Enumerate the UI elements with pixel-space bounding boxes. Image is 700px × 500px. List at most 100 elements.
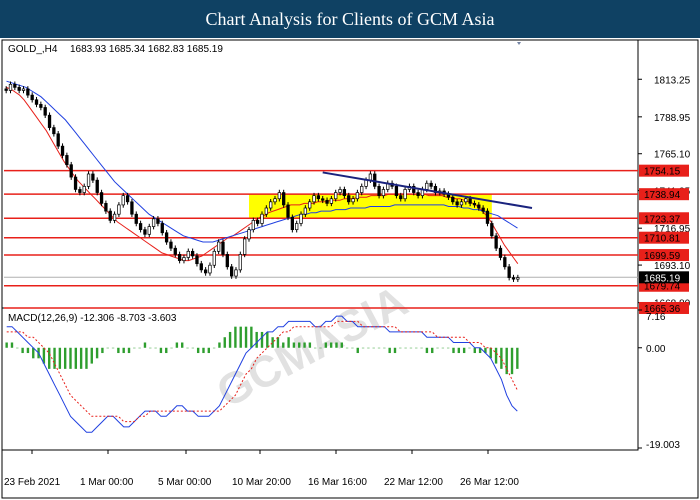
candle-body <box>99 192 104 204</box>
candle-body <box>121 195 125 206</box>
macd-hist-bar <box>85 347 88 369</box>
macd-hist-bar <box>133 347 136 349</box>
macd-hist-bar <box>202 347 205 354</box>
candle-body <box>503 257 507 268</box>
candle-body <box>516 277 520 280</box>
macd-hist-bar <box>106 347 109 349</box>
macd-hist-bar <box>239 326 242 348</box>
candle-body <box>216 241 221 252</box>
level-label: 1738.94 <box>644 190 681 201</box>
candle-body <box>234 269 238 277</box>
macd-hist-bar <box>409 347 413 349</box>
candle-body <box>199 263 203 271</box>
candle-body <box>143 229 147 235</box>
macd-hist-bar <box>26 347 30 354</box>
candle-body <box>86 173 91 187</box>
macd-hist-bar <box>122 347 125 354</box>
candle-body <box>481 207 485 212</box>
macd-hist-bar <box>441 347 445 349</box>
macd-hist-bar <box>319 347 322 349</box>
price-chart: GOLD_,H4 1683.93 1685.34 1682.83 1685.19… <box>1 39 699 499</box>
macd-hist-bar <box>431 347 434 354</box>
candle-body <box>403 189 407 200</box>
candle-body <box>286 204 290 218</box>
candle-body <box>65 155 69 166</box>
candle-body <box>125 195 130 203</box>
candle-body <box>468 198 472 204</box>
macd-hist-bar <box>250 326 253 348</box>
candle-body <box>47 114 52 128</box>
candle-body <box>26 88 30 96</box>
candle-body <box>455 201 459 206</box>
candle-body <box>82 186 86 193</box>
candle-body <box>104 203 108 212</box>
macd-hist-bar <box>10 342 14 348</box>
time-label: 10 Mar 20:00 <box>232 477 291 488</box>
macd-hist-bar <box>468 347 471 349</box>
macd-hist-bar <box>516 347 519 369</box>
candle-body <box>511 277 516 280</box>
page-title: Chart Analysis for Clients of GCM Asia <box>0 0 700 38</box>
candle-body <box>368 173 373 181</box>
candle-body <box>351 198 355 203</box>
macd-tick-label: -19.003 <box>646 440 680 451</box>
macd-hist-bar <box>276 337 280 348</box>
candle-body <box>17 87 21 91</box>
level-label: 1754.15 <box>644 167 681 178</box>
candle-body <box>112 213 117 221</box>
macd-hist-bar <box>95 347 99 359</box>
macd-hist-bar <box>372 347 375 349</box>
macd-hist-bar <box>244 326 248 348</box>
macd-hist-bar <box>196 347 200 354</box>
macd-hist-bar <box>313 347 317 349</box>
candle-body <box>117 204 121 215</box>
macd-hist-bar <box>361 347 365 349</box>
macd-hist-bar <box>212 347 216 349</box>
candle-body <box>282 192 286 206</box>
candle-body <box>295 223 299 231</box>
macd-hist-bar <box>292 342 296 348</box>
macd-hist-bar <box>282 342 285 348</box>
macd-hist-bar <box>90 347 93 364</box>
candle-body <box>381 189 386 196</box>
macd-hist-bar <box>436 347 439 349</box>
candle-body <box>273 198 277 203</box>
candle-body <box>325 199 329 204</box>
macd-hist-bar <box>58 347 62 369</box>
candle-body <box>69 164 73 178</box>
candle-body <box>164 232 169 243</box>
macd-hist-bar <box>303 342 306 348</box>
macd-hist-bar <box>69 347 72 369</box>
candle-body <box>30 94 34 101</box>
candle-body <box>243 238 247 255</box>
macd-hist-bar <box>462 347 466 354</box>
candle-body <box>377 186 381 196</box>
candle-body <box>477 204 481 209</box>
candle-body <box>338 189 342 193</box>
macd-hist-bar <box>383 347 386 349</box>
candle-body <box>394 186 399 196</box>
macd-hist-bar <box>260 331 264 348</box>
macd-hist-bar <box>111 347 115 349</box>
candle-body <box>160 223 164 234</box>
candle-body <box>203 269 208 274</box>
macd-hist-bar <box>452 347 455 354</box>
candle-body <box>247 229 251 240</box>
candle-body <box>316 195 321 200</box>
macd-tick-label: 7.16 <box>646 312 666 323</box>
macd-hist-bar <box>228 331 232 348</box>
price-tick-label: 1788.95 <box>654 113 691 124</box>
macd-hist-bar <box>329 342 333 348</box>
candle-body <box>334 192 338 200</box>
candle-body <box>494 235 498 249</box>
candle-body <box>78 189 82 193</box>
time-label: 23 Feb 2021 <box>4 477 61 488</box>
macd-hist-bar <box>223 337 226 348</box>
candle-body <box>225 254 229 268</box>
candle-body <box>147 226 151 235</box>
macd-hist-bar <box>457 347 461 354</box>
candle-body <box>498 247 503 258</box>
macd-hist-bar <box>271 337 274 348</box>
time-label: 26 Mar 12:00 <box>460 477 519 488</box>
macd-hist-bar <box>175 342 179 348</box>
